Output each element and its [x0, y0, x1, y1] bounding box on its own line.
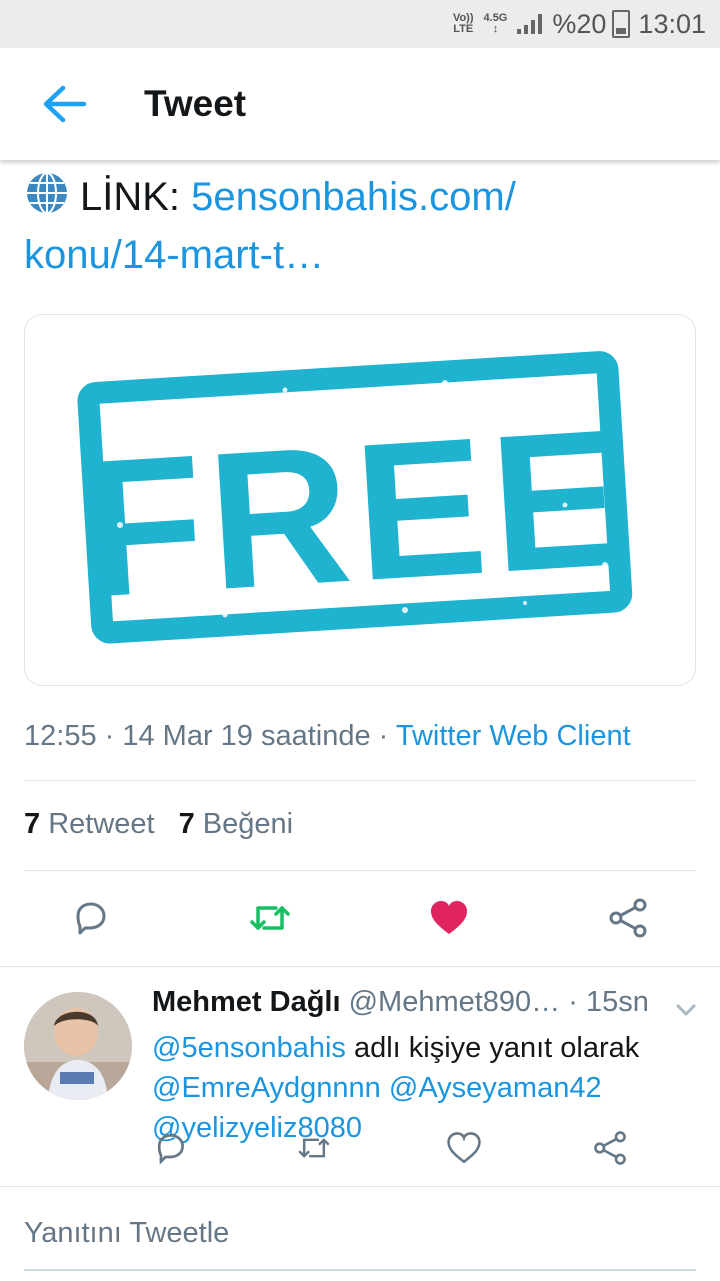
- page-title: Tweet: [144, 83, 247, 124]
- mention-link[interactable]: @Ayseyaman42: [389, 1072, 602, 1104]
- app-header: Tweet: [0, 48, 720, 160]
- tweet-link-continued[interactable]: konu/14-mart-t…: [24, 233, 324, 277]
- battery-percent: %20: [552, 8, 607, 39]
- heart-icon: [431, 901, 467, 934]
- globe-icon: [24, 170, 70, 229]
- share-icon[interactable]: [592, 1130, 628, 1166]
- tweet-options-button[interactable]: [672, 996, 700, 1024]
- reply-icon[interactable]: [152, 1130, 188, 1166]
- reply-tweet[interactable]: Mehmet Dağlı @Mehmet890… · 15sn @5ensonb…: [0, 966, 720, 1186]
- tweet-link[interactable]: 5ensonbahis.com/: [191, 175, 516, 219]
- like-label: Beğeni: [202, 808, 294, 840]
- share-icon: [609, 898, 647, 938]
- reply-author-name[interactable]: Mehmet Dağlı: [152, 986, 341, 1018]
- retweet-label: Retweet: [48, 808, 155, 840]
- volte-indicator: Vo)) LTE: [453, 13, 474, 35]
- retweet-stat[interactable]: 7 Retweet: [24, 808, 155, 840]
- heart-icon[interactable]: [446, 1130, 482, 1166]
- link-prefix: LİNK:: [80, 175, 192, 219]
- mention-link[interactable]: @5ensonbahis: [152, 1032, 346, 1064]
- avatar[interactable]: [24, 992, 132, 1100]
- divider: [24, 870, 696, 871]
- back-button[interactable]: [32, 72, 96, 136]
- battery-icon: [612, 10, 631, 38]
- chevron-down-icon: [676, 1004, 696, 1016]
- reply-actions: [152, 1124, 692, 1166]
- tweet-text: LİNK: 5ensonbahis.com/ konu/14-mart-t…: [24, 170, 696, 281]
- reply-header: Mehmet Dağlı @Mehmet890… · 15sn: [152, 986, 672, 1019]
- tweet-client-link[interactable]: Twitter Web Client: [396, 720, 631, 752]
- arrow-left-icon: [43, 85, 87, 123]
- reply-author-handle[interactable]: @Mehmet890…: [349, 986, 561, 1018]
- retweet-icon[interactable]: [296, 1130, 332, 1166]
- free-stamp-image: FREE: [77, 351, 634, 644]
- tweet-actions: [0, 872, 720, 964]
- retweet-icon: [250, 906, 290, 930]
- like-button[interactable]: [425, 894, 473, 942]
- tweet-stats: 7 Retweet 7 Beğeni: [24, 808, 293, 841]
- network-arrows: ↕: [492, 23, 499, 35]
- clock: 13:01: [638, 8, 706, 39]
- volte-bottom: LTE: [453, 23, 474, 35]
- signal-icon: [517, 14, 543, 34]
- retweet-count: 7: [24, 808, 41, 840]
- status-bar: Vo)) LTE 4.5G ↕ %20 13:01: [0, 0, 720, 48]
- media-image[interactable]: FREE: [24, 314, 696, 686]
- reply-icon: [76, 902, 106, 935]
- retweet-button[interactable]: [246, 894, 294, 942]
- network-indicator: 4.5G ↕: [484, 13, 508, 35]
- share-button[interactable]: [604, 894, 652, 942]
- reply-compose-bar[interactable]: Yanıtını Tweetle: [0, 1186, 720, 1281]
- input-underline: [24, 1269, 696, 1271]
- divider: [24, 780, 696, 781]
- tweet-timestamp: 12:55 · 14 Mar 19 saatinde · Twitter Web…: [24, 720, 631, 753]
- reply-input[interactable]: Yanıtını Tweetle: [24, 1217, 229, 1250]
- reply-timestamp: · 15sn: [568, 986, 649, 1018]
- reply-context: adlı kişiye yanıt olarak: [345, 1032, 640, 1064]
- reply-button[interactable]: [66, 894, 114, 942]
- mention-link[interactable]: @EmreAydgnnnn: [152, 1072, 381, 1104]
- tweet-date: 12:55 · 14 Mar 19 saatinde ·: [24, 720, 396, 752]
- like-stat[interactable]: 7 Beğeni: [179, 808, 294, 840]
- like-count: 7: [178, 808, 195, 840]
